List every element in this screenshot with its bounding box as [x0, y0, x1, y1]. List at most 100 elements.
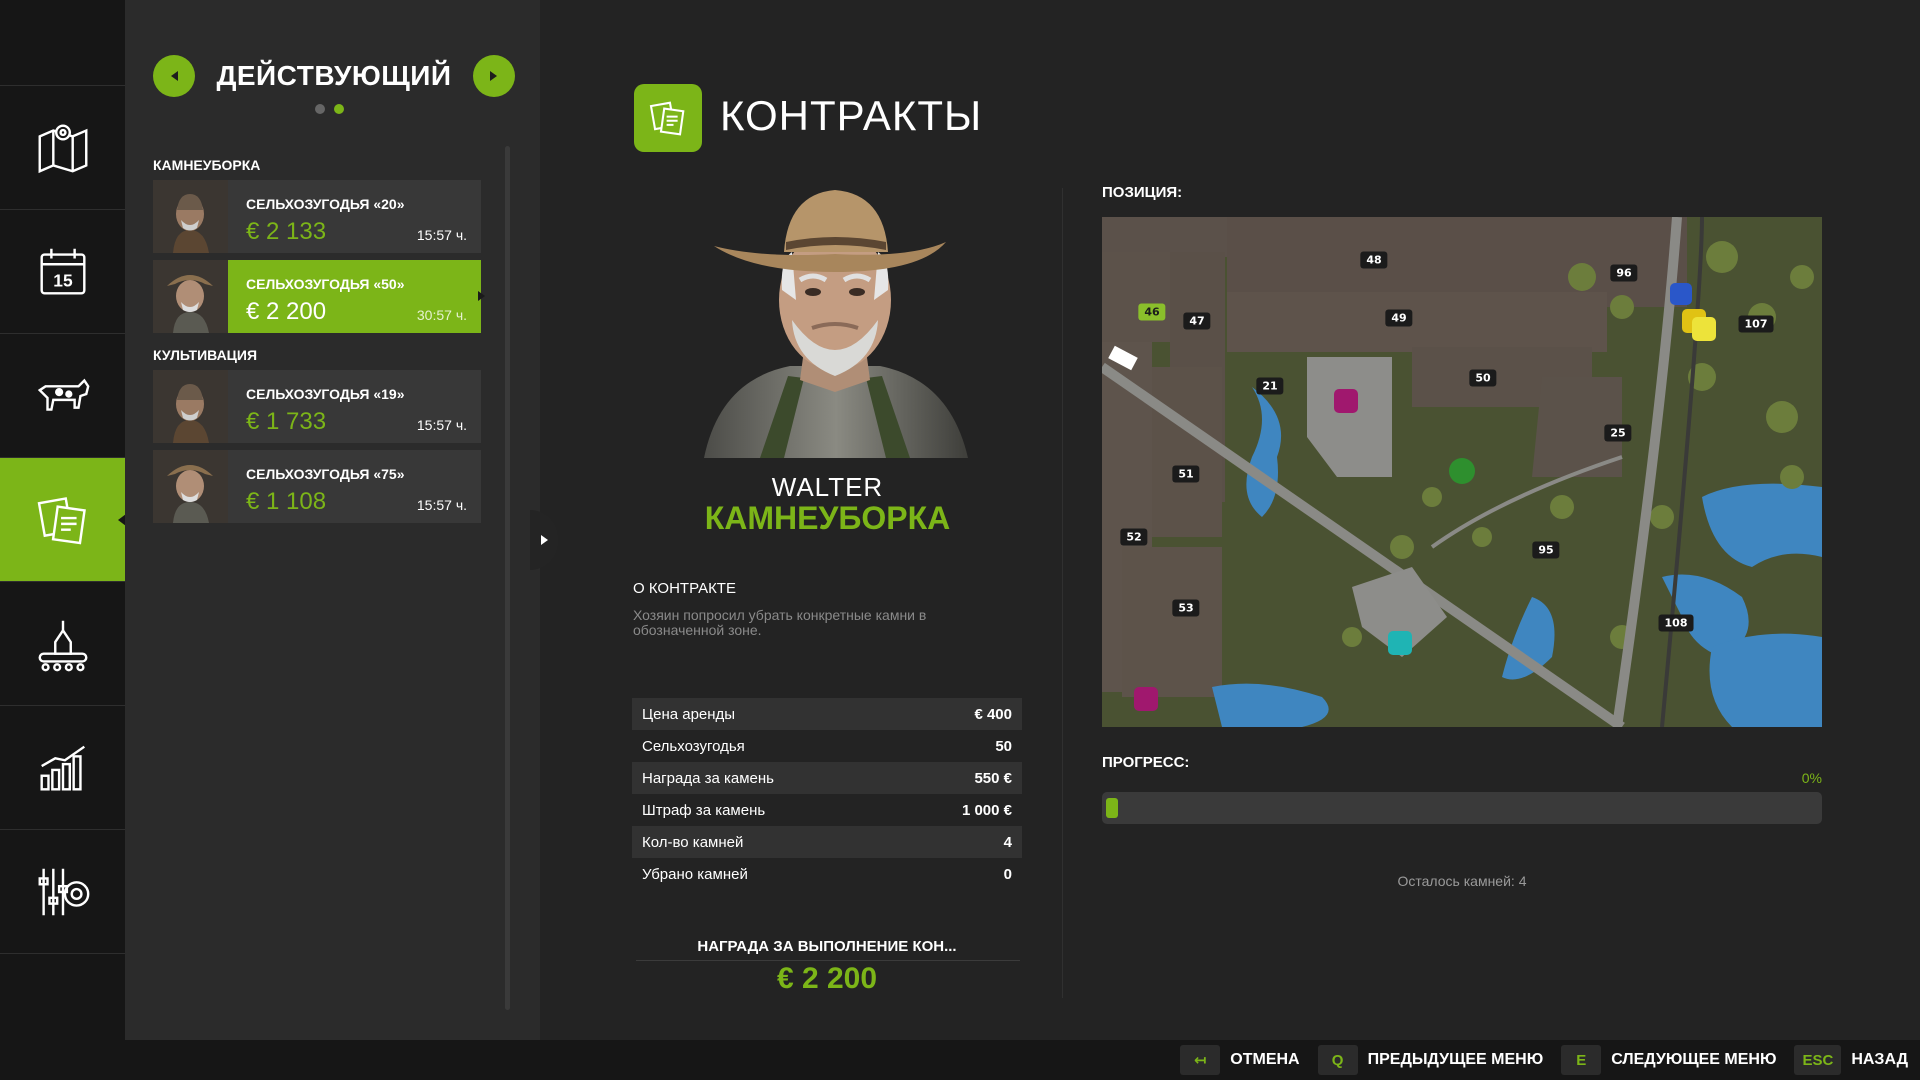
page-title: КОНТРАКТЫ	[720, 92, 983, 139]
settings-icon	[38, 868, 89, 915]
column-divider	[1062, 188, 1063, 998]
action-label: СЛЕДУЮЩЕЕ МЕНЮ	[1611, 1051, 1777, 1068]
contract-row-selected[interactable]: СЕЛЬХОЗУГОДЬЯ «50» € 2 200 30:57 ч.	[153, 260, 485, 333]
nav-calendar[interactable]: 15	[0, 210, 125, 334]
key-hint: E	[1561, 1045, 1602, 1075]
details-row: Штраф за камень 1 000 €	[632, 794, 1022, 826]
arrow-right-icon	[540, 535, 548, 545]
contract-row[interactable]: СЕЛЬХОЗУГОДЬЯ «75» € 1 108 15:57 ч.	[153, 450, 481, 523]
row-info: СЕЛЬХОЗУГОДЬЯ «20» € 2 133 15:57 ч.	[228, 180, 481, 253]
contract-row[interactable]: СЕЛЬХОЗУГОДЬЯ «20» € 2 133 15:57 ч.	[153, 180, 481, 253]
npc-portrait	[700, 180, 970, 458]
action-label: ПРЕДЫДУЩЕЕ МЕНЮ	[1367, 1051, 1544, 1068]
reward-heading: НАГРАДА ЗА ВЫПОЛНЕНИЕ КОН...	[697, 938, 957, 955]
details-value: 550 €	[974, 769, 1012, 787]
nav-statistics[interactable]	[0, 706, 125, 830]
row-info: СЕЛЬХОЗУГОДЬЯ «50» € 2 200 30:57 ч.	[228, 260, 485, 333]
details-value: € 400	[974, 705, 1012, 723]
svg-text:15: 15	[53, 270, 73, 290]
field-label: 52	[1120, 528, 1148, 546]
details-row: Сельхозугодья 50	[632, 730, 1022, 762]
row-price: € 2 133	[246, 218, 327, 245]
details-label: Штраф за камень	[642, 801, 766, 819]
progress-heading: ПРОГРЕСС:	[1102, 754, 1190, 771]
row-field: СЕЛЬХОЗУГОДЬЯ «19»	[246, 386, 405, 402]
next-category-button[interactable]	[472, 55, 515, 97]
group-label: КУЛЬТИВАЦИЯ	[153, 347, 258, 363]
row-time: 30:57 ч.	[416, 307, 467, 323]
cancel-action[interactable]: ↤ ОТМЕНА	[1180, 1045, 1300, 1075]
nav-map[interactable]	[0, 86, 125, 210]
remaining-stones: Осталось камней: 4	[1397, 873, 1527, 889]
arrow-right-icon	[490, 71, 498, 81]
reward-divider	[636, 960, 1020, 961]
row-price: € 2 200	[246, 298, 327, 325]
next-menu-action[interactable]: E СЛЕДУЮЩЕЕ МЕНЮ	[1561, 1045, 1776, 1075]
field-label: 48	[1360, 251, 1388, 269]
details-value: 0	[1003, 865, 1012, 883]
field-map[interactable]: 48 96 47 46 49 107 21 50 25 51 52 95 53 …	[1102, 217, 1822, 727]
page-dots	[315, 104, 344, 114]
field-label: 51	[1172, 465, 1200, 483]
row-time: 15:57 ч.	[416, 417, 467, 433]
row-price: € 1 733	[246, 408, 327, 435]
details-row: Цена аренды € 400	[632, 698, 1022, 730]
row-time: 15:57 ч.	[416, 227, 467, 243]
details-table: Цена аренды € 400 Сельхозугодья 50 Награда…	[632, 698, 1022, 890]
field-label: 21	[1256, 377, 1284, 395]
action-label: ОТМЕНА	[1230, 1051, 1300, 1068]
nav-top-spacer	[0, 0, 125, 86]
nav-contracts[interactable]	[0, 458, 126, 582]
row-info: СЕЛЬХОЗУГОДЬЯ «75» € 1 108 15:57 ч.	[228, 450, 481, 523]
about-heading: О КОНТРАКТЕ	[633, 580, 736, 597]
list-header: ДЕЙСТВУЮЩИЙ	[153, 54, 515, 98]
nav-animals[interactable]	[0, 334, 125, 458]
map-terrain	[1102, 217, 1822, 727]
bottom-action-bar: ↤ ОТМЕНА Q ПРЕДЫДУЩЕЕ МЕНЮ E СЛЕДУЮЩЕЕ М…	[0, 1040, 1920, 1080]
details-row: Награда за камень 550 €	[632, 762, 1022, 794]
npc-name: WALTER	[771, 472, 884, 502]
nav-settings[interactable]	[0, 830, 125, 954]
field-label: 107	[1738, 315, 1774, 333]
main-nav: 15	[0, 0, 126, 1040]
nav-production[interactable]	[0, 582, 125, 706]
contract-type: КАМНЕУБОРКА	[704, 500, 951, 536]
animals-icon	[37, 378, 89, 411]
field-label: 50	[1469, 369, 1497, 387]
action-label: НАЗАД	[1851, 1051, 1908, 1068]
field-label-highlighted: 46	[1138, 303, 1166, 321]
details-label: Сельхозугодья	[642, 737, 745, 755]
details-label: Награда за камень	[642, 769, 774, 787]
field-label: 25	[1604, 424, 1632, 442]
statistics-icon	[39, 745, 85, 791]
details-value: 1 000 €	[961, 801, 1012, 819]
list-scrollbar[interactable]	[505, 146, 510, 1010]
npc-portrait-thumb	[153, 260, 228, 333]
field-label: 108	[1658, 614, 1694, 632]
collapse-panel-button[interactable]	[530, 510, 558, 570]
details-value: 50	[995, 737, 1012, 755]
details-row: Кол-во камней 4	[632, 826, 1022, 858]
key-hint: ↤	[1180, 1045, 1221, 1075]
npc-portrait-thumb	[153, 370, 228, 443]
progress-bar	[1102, 792, 1822, 824]
row-info: СЕЛЬХОЗУГОДЬЯ «19» € 1 733 15:57 ч.	[228, 370, 481, 443]
field-label: 96	[1610, 264, 1638, 282]
prev-menu-action[interactable]: Q ПРЕДЫДУЩЕЕ МЕНЮ	[1317, 1045, 1544, 1075]
page-dot-active[interactable]	[334, 104, 344, 114]
prev-category-button[interactable]	[153, 55, 195, 97]
key-hint: Q	[1317, 1045, 1358, 1075]
back-action[interactable]: ESC НАЗАД	[1794, 1045, 1908, 1075]
page-dot[interactable]	[315, 104, 325, 114]
details-label: Убрано камней	[642, 865, 748, 883]
contract-row[interactable]: СЕЛЬХОЗУГОДЬЯ «19» € 1 733 15:57 ч.	[153, 370, 481, 443]
contracts-screen: { "list": { "title": "ДЕЙСТВУЮЩИЙ", "gro…	[0, 0, 1920, 1080]
selected-arrow-icon	[478, 291, 485, 301]
group-label: КАМНЕУБОРКА	[153, 157, 261, 173]
contracts-page-icon	[634, 84, 702, 152]
progress-percent: 0%	[1801, 770, 1822, 786]
details-label: Кол-во камней	[642, 833, 744, 851]
position-heading: ПОЗИЦИЯ:	[1102, 184, 1183, 201]
progress-fill	[1106, 798, 1118, 818]
npc-portrait-thumb	[153, 180, 228, 253]
